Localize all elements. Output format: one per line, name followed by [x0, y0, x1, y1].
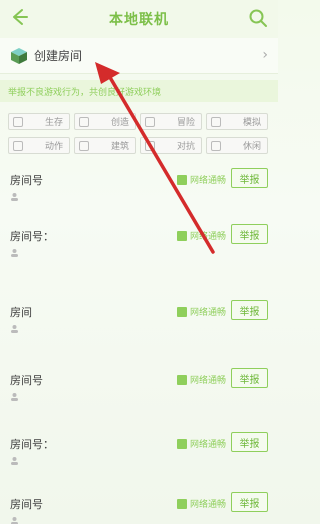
- network-label: 网络通畅: [190, 440, 227, 450]
- filter-casual[interactable]: 休闲: [206, 137, 268, 154]
- report-button[interactable]: 举报: [231, 224, 268, 244]
- report-notice: 举报不良游戏行为，共创良好游戏环境: [0, 80, 278, 102]
- network-status: 网络通畅: [177, 305, 226, 318]
- network-label: 网络通畅: [190, 376, 227, 386]
- report-button[interactable]: 举报: [231, 300, 268, 320]
- user-icon: [11, 457, 18, 465]
- create-room-label: 创建房间: [34, 49, 83, 63]
- user-icon: [11, 249, 18, 257]
- network-label: 网络通畅: [190, 232, 227, 242]
- network-status: 网络通畅: [177, 497, 226, 510]
- casual-icon: [211, 140, 221, 151]
- filter-simulate[interactable]: 模拟: [206, 113, 268, 130]
- building-icon: [79, 140, 89, 151]
- search-icon[interactable]: [248, 8, 268, 28]
- signal-icon: [177, 174, 187, 185]
- mode-filters: 生存 创造 冒险 模拟 动作 建筑 对抗 休闲: [8, 113, 270, 154]
- network-status: 网络通畅: [177, 437, 226, 450]
- network-status: 网络通畅: [177, 229, 226, 242]
- back-arrow-icon[interactable]: [8, 6, 30, 28]
- filter-label: 建筑: [110, 142, 129, 152]
- room-item[interactable]: 房间号： 网络通畅 举报: [0, 424, 278, 472]
- adventure-icon: [145, 116, 155, 127]
- signal-icon: [177, 438, 187, 449]
- filter-label: 休闲: [242, 142, 261, 152]
- room-item[interactable]: 房间号 网络通畅 举报: [0, 160, 278, 208]
- filter-label: 创造: [110, 118, 129, 128]
- action-icon: [13, 140, 23, 151]
- room-item[interactable]: 房间号： 网络通畅 举报: [0, 216, 278, 264]
- signal-icon: [177, 498, 187, 509]
- report-button[interactable]: 举报: [231, 432, 268, 452]
- survival-icon: [13, 116, 23, 127]
- chevron-right-icon: ›: [262, 47, 268, 63]
- room-name: 房间号: [10, 374, 43, 387]
- create-room-row[interactable]: 创建房间 ›: [0, 38, 278, 74]
- room-name: 房间: [10, 306, 32, 319]
- room-item[interactable]: 房间号 网络通畅 举报: [0, 484, 278, 524]
- room-name: 房间号: [10, 498, 43, 511]
- network-label: 网络通畅: [190, 308, 227, 318]
- filter-create[interactable]: 创造: [74, 113, 136, 130]
- report-button[interactable]: 举报: [231, 492, 268, 512]
- room-name: 房间号：: [10, 438, 54, 451]
- filter-label: 对抗: [176, 142, 195, 152]
- user-icon: [11, 393, 18, 401]
- network-status: 网络通畅: [177, 173, 226, 186]
- filter-survival[interactable]: 生存: [8, 113, 70, 130]
- notice-text: 举报不良游戏行为，共创良好游戏环境: [8, 87, 162, 98]
- cube-icon: [10, 47, 28, 65]
- filter-building[interactable]: 建筑: [74, 137, 136, 154]
- signal-icon: [177, 374, 187, 385]
- simulate-icon: [211, 116, 221, 127]
- room-item[interactable]: 房间 网络通畅 举报: [0, 292, 278, 340]
- filter-label: 模拟: [242, 118, 261, 128]
- network-label: 网络通畅: [190, 176, 227, 186]
- filter-versus[interactable]: 对抗: [140, 137, 202, 154]
- filter-adventure[interactable]: 冒险: [140, 113, 202, 130]
- room-item[interactable]: 房间号 网络通畅 举报: [0, 360, 278, 408]
- network-label: 网络通畅: [190, 500, 227, 510]
- filter-label: 生存: [44, 118, 63, 128]
- report-button[interactable]: 举报: [231, 368, 268, 388]
- create-icon: [79, 116, 89, 127]
- report-button[interactable]: 举报: [231, 168, 268, 188]
- filter-label: 动作: [44, 142, 63, 152]
- filter-action[interactable]: 动作: [8, 137, 70, 154]
- versus-icon: [145, 140, 155, 151]
- room-name: 房间号：: [10, 230, 54, 243]
- page-title: 本地联机: [109, 12, 169, 28]
- network-status: 网络通畅: [177, 373, 226, 386]
- signal-icon: [177, 230, 187, 241]
- room-name: 房间号: [10, 174, 43, 187]
- user-icon: [11, 325, 18, 333]
- signal-icon: [177, 306, 187, 317]
- user-icon: [11, 517, 18, 524]
- top-bar: 本地联机: [0, 0, 278, 38]
- user-icon: [11, 193, 18, 201]
- filter-label: 冒险: [176, 118, 195, 128]
